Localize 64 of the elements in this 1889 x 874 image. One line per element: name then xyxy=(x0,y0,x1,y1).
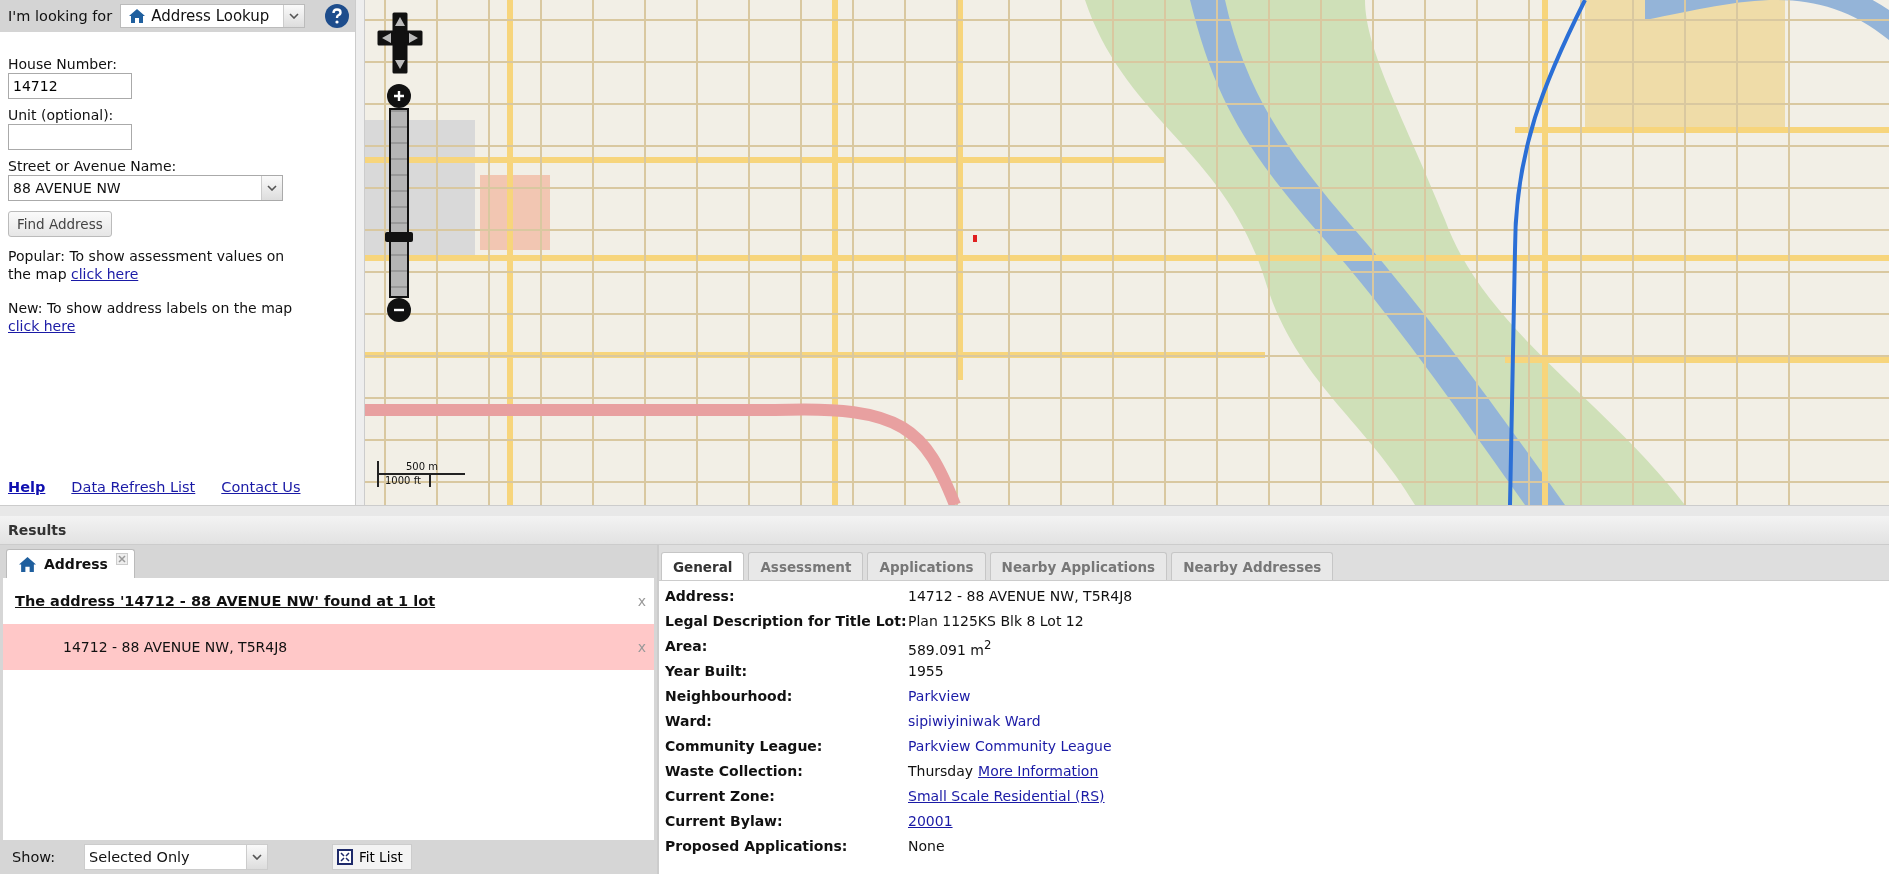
detail-link[interactable]: sipiwiyiniwak Ward xyxy=(908,713,1041,729)
field-label: Unit (optional): xyxy=(8,107,114,123)
detail-label: Current Zone: xyxy=(665,787,776,804)
detail-label: Neighbourhood: xyxy=(665,687,794,704)
detail-value: None xyxy=(908,838,945,854)
footer-link[interactable]: Help xyxy=(8,479,46,495)
details-tab[interactable]: Nearby Applications xyxy=(989,552,1168,580)
detail-label: Legal Description for Title Lot: xyxy=(665,612,908,629)
house-icon xyxy=(19,556,36,572)
detail-value: 14712 - 88 AVENUE NW, T5R4J8 xyxy=(908,588,1133,604)
fit-icon xyxy=(337,849,353,865)
detail-value: Plan 1125KS Blk 8 Lot 12 xyxy=(908,613,1084,629)
detail-label: Year Built: xyxy=(665,662,749,679)
details-tab[interactable]: Nearby Addresses xyxy=(1171,552,1334,580)
results-title: Results xyxy=(8,522,67,538)
scale-bar: 500 m 1000 ft xyxy=(377,461,465,487)
detail-link[interactable]: Parkview Community League xyxy=(908,738,1112,754)
plus-icon xyxy=(393,90,405,102)
input-field[interactable]: 14712 xyxy=(8,73,132,99)
details-tab[interactable]: Applications xyxy=(867,552,986,580)
detail-link[interactable]: Small Scale Residential (RS) xyxy=(908,788,1105,804)
input-field[interactable] xyxy=(8,124,132,150)
caret-icon xyxy=(283,5,305,27)
detail-label: Ward: xyxy=(665,712,713,729)
detail-link[interactable]: More Information xyxy=(978,763,1099,779)
details-tab[interactable]: General xyxy=(661,552,745,580)
detail-value: 589.091 m$^{2}$ xyxy=(908,638,992,658)
footer-link[interactable]: Data Refresh List xyxy=(71,479,196,495)
footer-link[interactable]: Contact Us xyxy=(221,479,301,495)
pan-control-icon[interactable] xyxy=(377,12,423,74)
field-label: House Number: xyxy=(8,56,118,72)
detail-label: Address: xyxy=(665,587,736,604)
field-label: Street or Avenue Name: xyxy=(8,158,177,174)
detail-link[interactable]: 20001 xyxy=(908,813,953,829)
caret-icon xyxy=(246,845,267,869)
find-address-button[interactable]: Find Address xyxy=(8,211,112,237)
detail-label: Waste Collection: xyxy=(665,762,804,779)
detail-label: Proposed Applications: xyxy=(665,837,849,854)
zoom-slider-handle[interactable] xyxy=(385,231,413,242)
help-icon[interactable] xyxy=(325,4,349,28)
show-dropdown[interactable]: Selected Only xyxy=(84,844,268,870)
details-tab[interactable]: Assessment xyxy=(748,552,864,580)
result-row[interactable]: 14712 - 88 AVENUE NW, T5R4J8 x xyxy=(3,624,654,670)
detail-value: 1955 xyxy=(908,663,944,679)
detail-label: Area: xyxy=(665,637,709,654)
detail-label: Current Bylaw: xyxy=(665,812,784,829)
note-text: Popular: To show assessment values on the map click here xyxy=(8,247,286,283)
close-icon[interactable] xyxy=(115,553,128,565)
detail-value: Thursday xyxy=(908,763,974,779)
caret-icon xyxy=(261,176,282,200)
note-text: New: To show address labels on the map click here xyxy=(8,299,294,335)
click-here-link[interactable]: click here xyxy=(71,266,139,282)
detail-link[interactable]: Parkview xyxy=(908,688,971,704)
lookup-dropdown[interactable]: Address Lookup xyxy=(120,4,306,28)
click-here-link[interactable]: click here xyxy=(8,318,76,334)
fit-list-button[interactable]: Fit List xyxy=(332,844,412,870)
street-dropdown[interactable]: 88 AVENUE NW xyxy=(8,175,283,201)
house-icon xyxy=(129,9,146,23)
show-label: Show: xyxy=(12,849,57,865)
result-address: 14712 - 88 AVENUE NW, T5R4J8 xyxy=(63,639,288,655)
address-tab[interactable]: Address xyxy=(6,549,135,578)
search-label: I'm looking for xyxy=(8,8,113,24)
result-heading[interactable]: The address '14712 - 88 AVENUE NW' found at 1 lot xyxy=(15,593,436,609)
detail-label: Community League: xyxy=(665,737,824,754)
